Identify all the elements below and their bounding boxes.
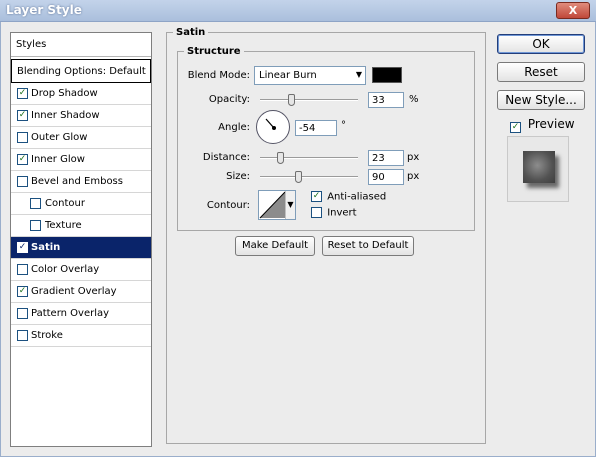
effect-label: Gradient Overlay [31,286,117,297]
contour-label: Contour: [206,200,250,211]
effect-item-contour[interactable]: Contour [11,193,151,215]
blend-mode-select[interactable]: Linear Burn ▼ [254,66,366,85]
effect-item-color-overlay[interactable]: Color Overlay [11,259,151,281]
opacity-slider-track[interactable] [260,99,358,101]
size-unit: px [407,171,420,182]
effect-checkbox[interactable] [17,264,28,275]
close-icon: X [568,4,578,17]
dropdown-arrow-icon: ▼ [355,70,362,79]
blending-options-item[interactable]: Blending Options: Default [11,59,151,83]
anti-aliased-row[interactable]: Anti-aliased [311,191,386,203]
size-slider-thumb[interactable] [295,171,302,183]
distance-slider-track[interactable] [260,157,358,159]
effect-checkbox[interactable] [17,330,28,341]
preview-checkbox[interactable] [510,122,521,133]
effect-label: Satin [31,242,61,253]
effect-label: Inner Glow [31,154,85,165]
effect-checkbox[interactable] [17,242,28,253]
effect-label: Inner Shadow [31,110,100,121]
effect-checkbox[interactable] [17,176,28,187]
effect-checkbox[interactable] [17,110,28,121]
invert-row[interactable]: Invert [311,207,357,219]
effect-label: Bevel and Emboss [31,176,123,187]
size-input[interactable]: 90 [368,169,404,185]
effect-label: Contour [45,198,85,209]
effects-list: Drop Shadow Inner Shadow Outer Glow Inner G… [11,83,151,347]
anti-aliased-checkbox[interactable] [311,191,322,202]
blend-mode-label: Blend Mode: [187,70,250,81]
styles-header[interactable]: Styles [11,33,151,57]
satin-group-title: Satin [173,27,209,38]
invert-checkbox[interactable] [311,207,322,218]
effect-item-pattern-overlay[interactable]: Pattern Overlay [11,303,151,325]
effect-checkbox[interactable] [17,308,28,319]
preview-row[interactable]: Preview [510,117,575,133]
preview-thumbnail [523,151,555,183]
preview-box [507,136,569,202]
effect-label: Texture [45,220,82,231]
effect-label: Drop Shadow [31,88,98,99]
distance-input[interactable]: 23 [368,150,404,166]
effect-item-stroke[interactable]: Stroke [11,325,151,347]
effect-checkbox[interactable] [17,132,28,143]
make-default-button[interactable]: Make Default [235,236,315,256]
reset-button[interactable]: Reset [497,62,585,82]
styles-panel: Styles Blending Options: Default Drop Sh… [10,32,152,447]
distance-slider-thumb[interactable] [277,152,284,164]
effect-checkbox[interactable] [17,154,28,165]
effect-item-inner-glow[interactable]: Inner Glow [11,149,151,171]
effect-item-inner-shadow[interactable]: Inner Shadow [11,105,151,127]
blend-mode-value: Linear Burn [259,70,317,81]
invert-label: Invert [327,207,357,219]
angle-dial-icon[interactable] [256,110,290,144]
effect-label: Color Overlay [31,264,100,275]
effect-item-outer-glow[interactable]: Outer Glow [11,127,151,149]
opacity-slider-thumb[interactable] [288,94,295,106]
effect-item-drop-shadow[interactable]: Drop Shadow [11,83,151,105]
effect-item-texture[interactable]: Texture [11,215,151,237]
effect-label: Pattern Overlay [31,308,110,319]
effect-item-bevel-and-emboss[interactable]: Bevel and Emboss [11,171,151,193]
structure-group-title: Structure [184,46,244,57]
contour-curve-icon [259,191,286,219]
angle-input[interactable]: -54 [295,120,337,136]
contour-picker[interactable]: ▼ [258,190,296,220]
effect-item-satin[interactable]: Satin [11,237,151,259]
window-title: Layer Style [6,3,82,17]
effect-label: Stroke [31,330,63,341]
close-button[interactable]: X [556,2,590,19]
effect-checkbox[interactable] [17,88,28,99]
opacity-label: Opacity: [208,94,250,105]
effect-checkbox[interactable] [30,220,41,231]
dropdown-arrow-icon: ▼ [285,191,295,219]
opacity-unit: % [409,94,419,105]
satin-group: Satin Structure Blend Mode: Linear Burn … [166,27,486,444]
effect-item-gradient-overlay[interactable]: Gradient Overlay [11,281,151,303]
distance-label: Distance: [202,152,250,163]
distance-unit: px [407,152,420,163]
preview-label: Preview [527,117,575,131]
anti-aliased-label: Anti-aliased [327,191,387,203]
effect-checkbox[interactable] [17,286,28,297]
blend-color-swatch[interactable] [372,67,402,83]
size-label: Size: [226,171,250,182]
angle-unit: ° [341,120,346,131]
title-bar: Layer Style X [0,0,596,22]
effect-label: Outer Glow [31,132,88,143]
structure-group: Structure Blend Mode: Linear Burn ▼ Opac… [177,46,475,231]
opacity-input[interactable]: 33 [368,92,404,108]
effect-checkbox[interactable] [30,198,41,209]
new-style-button[interactable]: New Style... [497,90,585,110]
reset-to-default-button[interactable]: Reset to Default [322,236,414,256]
angle-label: Angle: [218,122,250,133]
ok-button[interactable]: OK [497,34,585,54]
size-slider-track[interactable] [260,176,358,178]
